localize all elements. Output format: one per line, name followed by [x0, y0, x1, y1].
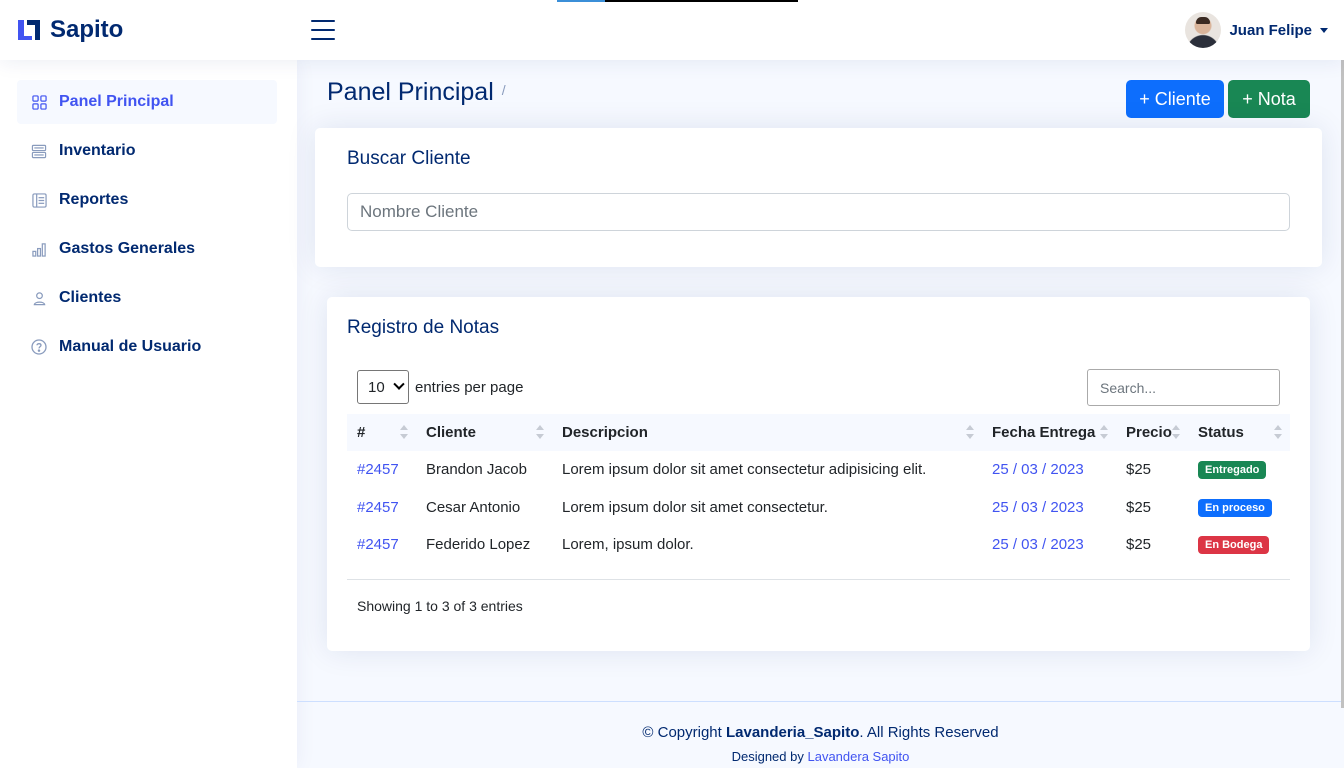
fecha-entrega-link[interactable]: 25 / 03 / 2023	[992, 536, 1084, 553]
notes-card: Registro de Notas 10 entries per page # …	[327, 297, 1310, 651]
sidebar-item-clientes[interactable]: Clientes	[17, 276, 277, 320]
footer: © Copyright Lavanderia_Sapito. All Right…	[297, 701, 1344, 768]
sidebar-item-label: Panel Principal	[59, 93, 174, 110]
notes-card-title: Registro de Notas	[347, 317, 500, 338]
fecha-entrega-link[interactable]: 25 / 03 / 2023	[992, 499, 1084, 516]
sapito-logo-icon	[16, 18, 42, 42]
search-client-card: Buscar Cliente	[315, 128, 1322, 267]
top-header: Sapito Juan Felipe	[0, 0, 1344, 60]
client-search-input[interactable]	[360, 202, 1277, 222]
sort-icon	[1100, 425, 1108, 441]
hamburger-icon[interactable]	[310, 18, 336, 42]
sort-icon	[1274, 425, 1282, 441]
sort-icon	[536, 425, 544, 441]
table-row: #2457 Federido Lopez Lorem, ipsum dolor.…	[347, 526, 1290, 564]
sidebar-item-label: Inventario	[59, 142, 136, 159]
add-nota-label: + Nota	[1242, 88, 1296, 109]
entries-per-page-control: 10 entries per page	[357, 370, 523, 404]
cell-cliente: Federido Lopez	[426, 536, 531, 554]
add-cliente-button[interactable]: + Cliente	[1126, 80, 1224, 118]
cell-descripcion: Lorem, ipsum dolor.	[562, 536, 694, 554]
credits-prefix: Designed by	[731, 749, 804, 764]
caret-down-icon	[1320, 27, 1328, 33]
entries-select[interactable]: 10	[357, 370, 409, 404]
cell-descripcion: Lorem ipsum dolor sit amet consectetur a…	[562, 461, 927, 479]
sidebar: Panel Principal Inventario Reportes Gast…	[0, 60, 297, 768]
copyright-text: © Copyright Lavanderia_Sapito. All Right…	[297, 724, 1344, 741]
copyright-suffix: . All Rights Reserved	[859, 724, 999, 741]
main-content: Panel Principal / + Cliente + Nota Busca…	[297, 60, 1344, 768]
table-row: #2457 Brandon Jacob Lorem ipsum dolor si…	[347, 451, 1290, 489]
avatar	[1185, 12, 1222, 48]
entries-select-value: 10	[368, 378, 385, 396]
table-divider	[347, 579, 1290, 580]
cell-precio: $25	[1126, 498, 1152, 516]
credits-link[interactable]: Lavandera Sapito	[807, 749, 909, 764]
sort-icon	[1172, 425, 1180, 441]
note-id-link[interactable]: #2457	[357, 461, 399, 478]
note-id-link[interactable]: #2457	[357, 499, 399, 516]
question-circle-icon	[31, 339, 47, 355]
sidebar-item-manual-de-usuario[interactable]: Manual de Usuario	[17, 325, 277, 369]
copyright-prefix: © Copyright	[642, 724, 722, 741]
sidebar-item-reportes[interactable]: Reportes	[17, 178, 277, 222]
entries-label: entries per page	[415, 378, 524, 396]
client-search-field[interactable]	[347, 193, 1290, 231]
copyright-brand: Lavanderia_Sapito	[725, 724, 860, 741]
status-badge: En Bodega	[1198, 536, 1270, 555]
status-badge: En proceso	[1198, 498, 1272, 517]
table-info: Showing 1 to 3 of 3 entries	[357, 598, 523, 614]
grid-icon	[31, 94, 47, 110]
sort-icon	[966, 425, 974, 441]
sidebar-item-label: Manual de Usuario	[59, 338, 202, 355]
note-id-link[interactable]: #2457	[357, 536, 399, 553]
cell-precio: $25	[1126, 536, 1152, 554]
cell-precio: $25	[1126, 461, 1152, 479]
top-accent-bar	[557, 0, 798, 2]
column-header-status[interactable]: Status	[1188, 414, 1290, 451]
status-badge: Entregado	[1198, 461, 1267, 480]
profile-dropdown[interactable]: Juan Felipe	[1185, 12, 1328, 48]
chevron-down-icon	[393, 378, 405, 390]
sidebar-item-label: Gastos Generales	[59, 240, 196, 257]
table-search-field[interactable]	[1087, 369, 1280, 406]
notes-table: # Cliente Descripcion Fecha Entrega Prec…	[347, 414, 1290, 564]
search-card-title: Buscar Cliente	[347, 148, 471, 169]
person-icon	[31, 290, 47, 306]
fecha-entrega-link[interactable]: 25 / 03 / 2023	[992, 461, 1084, 478]
add-nota-button[interactable]: + Nota	[1228, 80, 1310, 118]
sidebar-item-label: Clientes	[59, 289, 122, 306]
brand-name: Sapito	[50, 16, 124, 43]
page-title: Panel Principal	[327, 78, 494, 106]
brand-logo[interactable]: Sapito	[16, 14, 123, 46]
column-header-descripcion[interactable]: Descripcion	[552, 414, 982, 451]
layout-list-icon	[31, 143, 47, 159]
column-header-precio[interactable]: Precio	[1116, 414, 1188, 451]
cell-descripcion: Lorem ipsum dolor sit amet consectetur.	[562, 498, 828, 516]
layout-text-sidebar-icon	[31, 192, 47, 208]
table-search-input[interactable]	[1100, 379, 1267, 396]
cell-cliente: Cesar Antonio	[426, 498, 521, 516]
sidebar-item-label: Reportes	[59, 191, 129, 208]
page-title-row: Panel Principal /	[327, 78, 506, 107]
add-cliente-label: + Cliente	[1139, 88, 1211, 109]
bar-chart-icon	[31, 241, 47, 257]
sidebar-item-gastos-generales[interactable]: Gastos Generales	[17, 227, 277, 271]
sidebar-item-panel-principal[interactable]: Panel Principal	[17, 80, 277, 124]
sidebar-item-inventario[interactable]: Inventario	[17, 129, 277, 173]
column-header-fecha-entrega[interactable]: Fecha Entrega	[982, 414, 1116, 451]
breadcrumb-separator: /	[501, 82, 506, 98]
column-header-id[interactable]: #	[347, 414, 416, 451]
table-header-row: # Cliente Descripcion Fecha Entrega Prec…	[347, 414, 1290, 451]
column-header-cliente[interactable]: Cliente	[416, 414, 552, 451]
table-row: #2457 Cesar Antonio Lorem ipsum dolor si…	[347, 489, 1290, 527]
sort-icon	[400, 425, 408, 441]
profile-name: Juan Felipe	[1229, 21, 1312, 39]
credits-text: Designed by Lavandera Sapito	[297, 749, 1344, 764]
cell-cliente: Brandon Jacob	[426, 461, 527, 479]
